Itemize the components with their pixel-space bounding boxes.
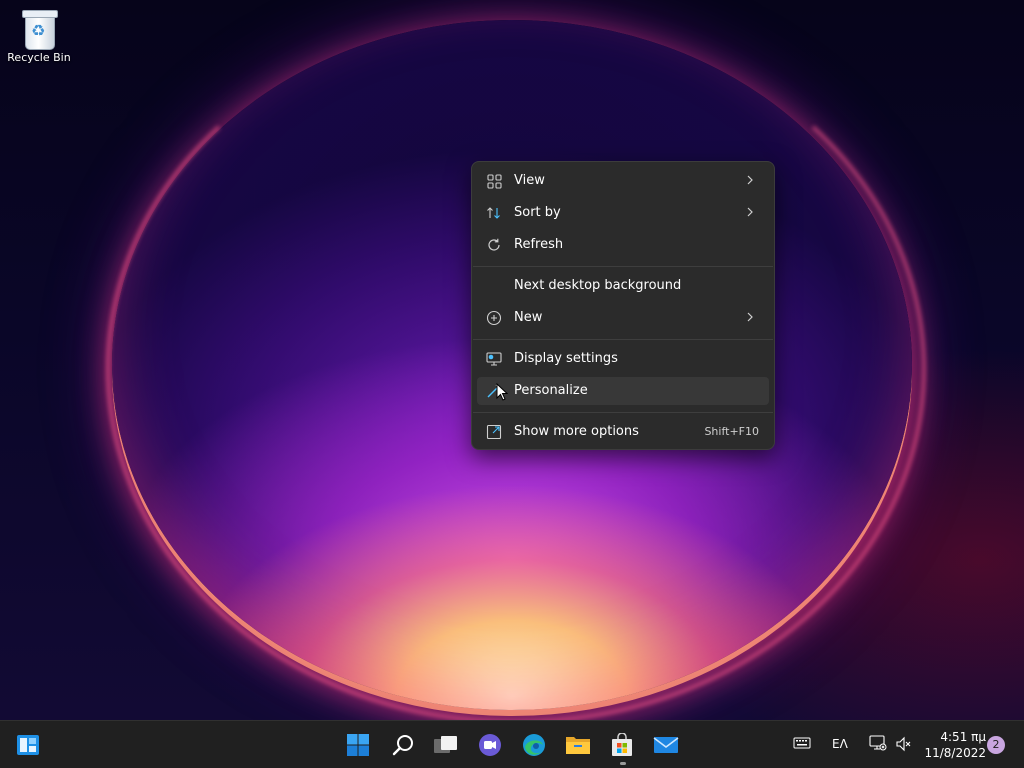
folder-icon [565, 734, 591, 756]
mail-icon [653, 734, 679, 756]
taskbar: ΕΛ 4:51 πμ 11/8/2022 [0, 720, 1024, 768]
chevron-right-icon [745, 309, 755, 325]
view-grid-icon [486, 173, 502, 189]
display-icon [486, 351, 502, 367]
mail-button[interactable] [650, 729, 682, 761]
menu-item-display-settings[interactable]: Display settings [477, 345, 769, 373]
sort-icon [486, 205, 502, 221]
mouse-pointer-icon [496, 382, 509, 401]
search-icon [391, 733, 415, 757]
menu-item-personalize[interactable]: Personalize [477, 377, 769, 405]
new-plus-icon [486, 310, 502, 326]
menu-item-label: Personalize [514, 383, 588, 398]
chevron-right-icon [745, 204, 755, 220]
clock[interactable]: 4:51 πμ 11/8/2022 [916, 729, 986, 761]
menu-item-label: Refresh [514, 237, 564, 252]
menu-item-shortcut: Shift+F10 [704, 425, 759, 438]
menu-item-refresh[interactable]: Refresh [477, 231, 769, 259]
menu-separator [473, 339, 773, 340]
widgets-button[interactable] [12, 729, 44, 761]
windows-start-icon [346, 733, 370, 757]
volume-button[interactable] [895, 736, 911, 755]
search-button[interactable] [387, 729, 419, 761]
menu-item-show-more-options[interactable]: Show more options Shift+F10 [477, 418, 769, 446]
file-explorer-button[interactable] [562, 729, 594, 761]
volume-muted-icon [895, 736, 911, 755]
menu-item-label: Show more options [514, 424, 639, 439]
touch-keyboard-button[interactable] [793, 736, 811, 753]
task-view-button[interactable] [430, 729, 462, 761]
microsoft-store-icon [610, 733, 634, 757]
store-button[interactable] [606, 729, 638, 761]
touch-keyboard-icon [793, 737, 811, 753]
menu-item-label: View [514, 173, 545, 188]
menu-separator [473, 266, 773, 267]
menu-item-label: New [514, 310, 543, 325]
chat-button[interactable] [474, 729, 506, 761]
menu-item-new[interactable]: New [477, 304, 769, 332]
task-view-icon [433, 734, 459, 756]
menu-item-next-desktop-background[interactable]: Next desktop background [477, 272, 769, 300]
clock-time: 4:51 πμ [940, 730, 986, 744]
teams-chat-icon [478, 733, 502, 757]
clock-date: 11/8/2022 [924, 746, 986, 760]
menu-separator [473, 412, 773, 413]
menu-item-label: Sort by [514, 205, 561, 220]
refresh-icon [486, 237, 502, 253]
language-indicator[interactable]: ΕΛ [832, 737, 848, 751]
notification-badge[interactable]: 2 [987, 736, 1005, 754]
store-running-indicator [620, 762, 626, 765]
menu-item-view[interactable]: View [477, 167, 769, 195]
menu-item-label: Next desktop background [514, 278, 682, 293]
chevron-right-icon [745, 172, 755, 188]
desktop-context-menu: View Sort by Refresh Next desktop backgr… [471, 161, 775, 450]
menu-item-sort-by[interactable]: Sort by [477, 199, 769, 227]
recycle-bin-icon: ♻ [22, 8, 58, 50]
desktop-icon-recycle-bin[interactable]: ♻ Recycle Bin [6, 8, 72, 64]
network-button[interactable] [869, 735, 887, 754]
network-icon [869, 735, 887, 754]
menu-item-label: Display settings [514, 351, 618, 366]
edge-button[interactable] [518, 729, 550, 761]
edge-browser-icon [522, 733, 546, 757]
widgets-icon [16, 734, 40, 756]
desktop-icon-label: Recycle Bin [7, 51, 71, 64]
start-button[interactable] [342, 729, 374, 761]
show-more-icon [486, 424, 502, 440]
